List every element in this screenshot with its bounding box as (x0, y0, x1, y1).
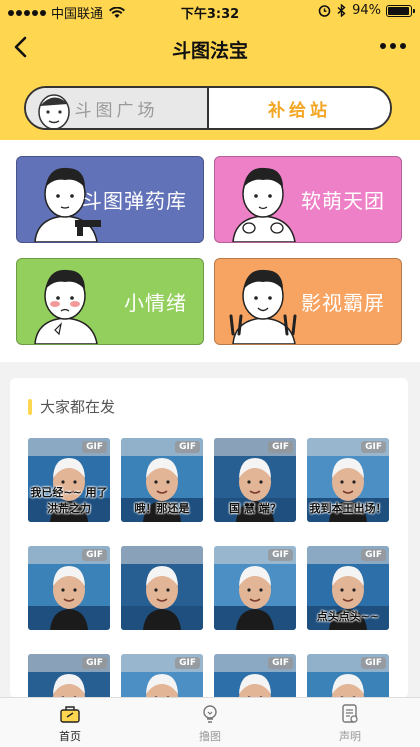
gif-badge: GIF (82, 441, 107, 453)
meme-thumbnail[interactable]: GIF (28, 546, 110, 630)
gif-badge: GIF (82, 657, 107, 669)
gif-badge: GIF (361, 549, 386, 561)
category-card-mood[interactable]: 小情绪 (16, 258, 204, 345)
meme-thumbnail[interactable]: GIF 哦！那还是 (121, 438, 203, 522)
gif-badge: GIF (268, 549, 293, 561)
meme-thumbnail[interactable]: GIF (28, 654, 110, 698)
battery-level (388, 6, 409, 15)
gif-badge: GIF (82, 549, 107, 561)
category-card-cute[interactable]: 软萌天团 (214, 156, 402, 243)
battery-icon (386, 4, 415, 17)
more-dots-icon[interactable] (378, 34, 408, 58)
alarm-icon (318, 5, 331, 17)
meme-thumbnail[interactable]: GIF 点头点头~~ (307, 546, 389, 630)
gif-badge: GIF (175, 657, 200, 669)
section-accent-bar (28, 398, 32, 415)
bulb-icon (203, 704, 217, 723)
category-label: 影视霸屏 (301, 291, 385, 315)
tab-home[interactable]: 首页 (0, 698, 140, 747)
meme-thumbnail[interactable]: GIF (121, 654, 203, 698)
tab-label: 撸图 (199, 729, 221, 743)
gif-badge: GIF (361, 441, 386, 453)
trending-section: 大家都在发 GIF 我已经~~ 用了洪荒之力 GIF 哦！那还是 GIF 国 慧 端？ GI… (10, 378, 408, 698)
meme-thumbnail[interactable]: GIF (214, 654, 296, 698)
meme-thumbnail[interactable]: GIF (214, 546, 296, 630)
section-title-text: 大家都在发 (40, 398, 116, 416)
gif-badge: GIF (361, 657, 386, 669)
meme-caption: 国 慧 端？ (229, 502, 281, 515)
category-card-ammo[interactable]: 斗图弹药库 (16, 156, 204, 243)
section-title: 大家都在发 (28, 396, 115, 417)
document-icon (342, 703, 358, 723)
gif-badge: GIF (175, 441, 200, 453)
meme-caption: 点头点头~~ (316, 610, 380, 623)
cartoon-crying-boy-icon (34, 269, 98, 344)
gif-badge: GIF (268, 657, 293, 669)
nav-bar: 斗图法宝 (0, 24, 420, 70)
meme-thumbnail[interactable]: GIF 国 慧 端？ (214, 438, 296, 522)
page-title: 斗图法宝 (171, 40, 248, 62)
tab-meme-square[interactable]: 斗图广场 (26, 88, 209, 128)
tab-meme-square-label: 斗图广场 (74, 100, 159, 121)
category-label: 软萌天团 (301, 189, 385, 213)
tab-label: 首页 (59, 729, 81, 743)
status-bar: 中国联通 下午3:32 94% (0, 0, 420, 22)
tab-bar: 首页 撸图 声明 (0, 697, 420, 747)
swimmer-image (121, 546, 203, 630)
meme-caption: 我已经~~ 用了洪荒之力 (30, 486, 108, 515)
cartoon-peace-boy-icon (229, 269, 297, 344)
cartoon-shy-boy-icon (232, 167, 296, 242)
home-icon (60, 705, 80, 723)
category-label: 斗图弹药库 (82, 189, 187, 213)
meme-thumbnail[interactable]: GIF 我到本王出场！ (307, 438, 389, 522)
category-card-film[interactable]: 影视霸屏 (214, 258, 402, 345)
meme-thumbnail[interactable]: GIF 我已经~~ 用了洪荒之力 (28, 438, 110, 522)
gif-badge: GIF (268, 441, 293, 453)
meme-caption: 哦！那还是 (134, 502, 190, 515)
tab-statement[interactable]: 声明 (280, 698, 420, 747)
meme-thumbnail[interactable]: GIF (307, 654, 389, 698)
tab-label: 声明 (339, 729, 361, 743)
battery-percent: 94% (352, 3, 381, 18)
bluetooth-icon (337, 4, 346, 17)
segmented-switch: 斗图广场 补给站 (24, 86, 392, 130)
category-label: 小情绪 (124, 291, 187, 315)
tab-supply-station-label: 补给站 (268, 100, 331, 121)
meme-caption: 我到本王出场！ (309, 502, 387, 515)
category-section: 斗图弹药库 软萌天团 小情绪 影视霸屏 (0, 140, 420, 362)
meme-thumbnail[interactable] (121, 546, 203, 630)
tab-browse[interactable]: 撸图 (140, 698, 280, 747)
cartoon-face-icon (38, 94, 70, 128)
tab-supply-station[interactable]: 补给站 (209, 88, 390, 128)
header: 中国联通 下午3:32 94% 斗图法宝 斗图广场 补给站 (0, 0, 420, 140)
